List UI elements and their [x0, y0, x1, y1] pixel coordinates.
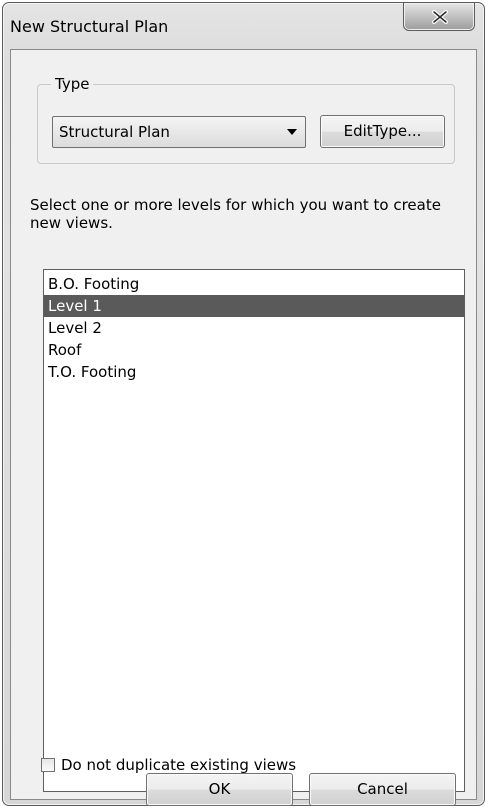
- chevron-down-icon: [287, 129, 297, 135]
- dialog-window: New Structural Plan Type Structural Plan…: [2, 2, 485, 806]
- type-group-label: Type: [51, 75, 94, 93]
- list-item[interactable]: Roof: [44, 339, 464, 361]
- list-item[interactable]: B.O. Footing: [44, 273, 464, 295]
- list-item[interactable]: Level 1: [44, 295, 464, 317]
- close-button[interactable]: [403, 3, 475, 31]
- instructions-text: Select one or more levels for which you …: [30, 196, 441, 232]
- list-item[interactable]: Level 2: [44, 317, 464, 339]
- edit-type-button[interactable]: EditType...: [320, 115, 445, 148]
- type-dropdown-value: Structural Plan: [59, 123, 170, 141]
- type-dropdown[interactable]: Structural Plan: [52, 116, 306, 148]
- cancel-button[interactable]: Cancel: [309, 773, 456, 806]
- list-item[interactable]: T.O. Footing: [44, 361, 464, 383]
- close-icon: [432, 10, 448, 24]
- do-not-duplicate-label: Do not duplicate existing views: [61, 756, 297, 774]
- levels-listbox[interactable]: B.O. Footing Level 1 Level 2 Roof T.O. F…: [43, 269, 465, 792]
- do-not-duplicate-checkbox[interactable]: [41, 758, 55, 772]
- window-title: New Structural Plan: [10, 17, 169, 36]
- dialog-body: Type Structural Plan EditType... Select …: [10, 49, 477, 800]
- ok-button[interactable]: OK: [146, 773, 293, 806]
